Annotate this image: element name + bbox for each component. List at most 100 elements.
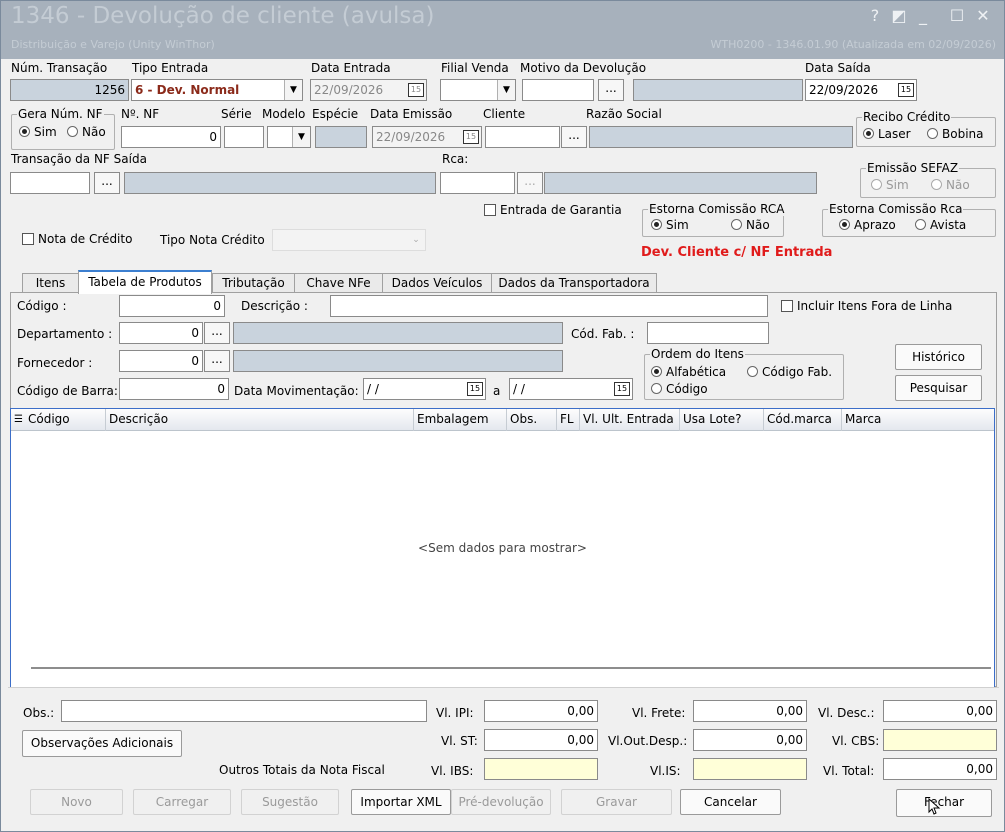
obs-field[interactable] [61,700,427,722]
codigo-field[interactable]: 0 [119,295,225,317]
vl-desc-field[interactable]: 0,00 [883,700,997,722]
num-transacao-field[interactable]: 1256 [10,79,129,101]
estorna-rca-nao-radio[interactable]: Não [731,218,770,232]
chevron-down-icon[interactable]: ▼ [292,127,310,147]
filial-venda-select[interactable]: ▼ [440,79,516,101]
cod-fab-field[interactable] [647,322,769,344]
pre-devolucao-button[interactable]: Pré-devolução [451,789,551,815]
col-marca[interactable]: Marca [841,409,994,431]
minimize-icon[interactable]: _ [911,5,935,27]
rca-field[interactable] [440,172,515,194]
chevron-down-icon[interactable]: ⌄ [407,230,425,250]
tab-tabela-produtos[interactable]: Tabela de Produtos [78,270,212,294]
carregar-button[interactable]: Carregar [133,789,231,815]
historico-button[interactable]: Histórico [895,344,982,370]
transacao-nf-field[interactable] [10,172,90,194]
data-mov-label: Data Movimentação: [234,384,359,398]
vl-cbs-field[interactable] [883,729,997,751]
estorna-rca-sim-radio[interactable]: Sim [651,218,689,232]
incluir-fora-linha-checkbox[interactable]: Incluir Itens Fora de Linha [781,299,952,313]
vl-outdesp-field[interactable]: 0,00 [693,729,807,751]
motivo-search-button[interactable]: ... [598,79,624,101]
tab-itens[interactable]: Itens [22,273,79,293]
gera-nf-sim-radio[interactable]: Sim [19,125,57,139]
transacao-nf-search-button[interactable]: ... [94,172,120,194]
vl-frete-field[interactable]: 0,00 [693,700,807,722]
fornecedor-search-button[interactable]: ... [204,350,230,372]
ordem-codigo-fab-radio[interactable]: Código Fab. [747,365,832,379]
col-codigo[interactable]: Código [25,409,105,431]
calendar-icon[interactable]: 15 [467,382,483,396]
rca-desc-field [544,172,817,194]
cliente-search-button[interactable]: ... [561,126,587,148]
sefaz-nao-radio[interactable]: Não [931,178,970,192]
col-embalagem[interactable]: Embalagem [413,409,506,431]
vl-st-field[interactable]: 0,00 [484,729,598,751]
tipo-nota-credito-select[interactable]: ⌄ [272,229,426,251]
recibo-laser-radio[interactable]: Laser [863,127,911,141]
chevron-down-icon[interactable]: ▼ [497,80,515,100]
calendar-icon[interactable]: 15 [614,382,630,396]
sugestao-button[interactable]: Sugestão [241,789,339,815]
fechar-button[interactable]: Fechar [896,789,992,817]
calendar-icon[interactable]: 15 [408,83,424,97]
ordem-codigo-radio[interactable]: Código [651,382,708,396]
observacoes-adicionais-button[interactable]: Observações Adicionais [22,730,182,757]
pesquisar-button[interactable]: Pesquisar [895,375,982,401]
serie-field[interactable] [224,126,264,148]
rca-search-button[interactable]: ... [517,172,543,194]
departamento-field[interactable]: 0 [119,322,203,344]
modelo-select[interactable]: ▼ [267,126,311,148]
tipo-entrada-select[interactable]: 6 - Dev. Normal ▼ [131,79,303,101]
maximize-icon[interactable]: ☐ [945,5,969,27]
departamento-search-button[interactable]: ... [204,322,230,344]
title-bar[interactable]: 1346 - Devolução de cliente (avulsa) Dis… [1,1,1004,59]
tab-dados-transportadora[interactable]: Dados da Transportadora [491,273,657,293]
products-grid[interactable]: ☰ Código Descrição Embalagem Obs. FL Vl.… [10,408,995,688]
data-emissao-field[interactable]: 22/09/2026 15 [372,126,482,148]
vl-total-field[interactable]: 0,00 [883,758,997,780]
vl-ibs-field[interactable] [484,758,598,780]
close-icon[interactable]: ✕ [971,5,995,27]
chevron-down-icon[interactable]: ▼ [284,80,302,100]
tab-tributacao[interactable]: Tributação [212,273,295,293]
col-descricao[interactable]: Descrição [105,409,413,431]
entrada-garantia-checkbox[interactable]: Entrada de Garantia [484,203,622,217]
recibo-bobina-radio[interactable]: Bobina [927,127,983,141]
calendar-icon[interactable]: 15 [463,130,479,144]
data-saida-field[interactable]: 22/09/2026 15 [805,79,917,101]
fornecedor-field[interactable]: 0 [119,350,203,372]
grid-header: ☰ Código Descrição Embalagem Obs. FL Vl.… [11,409,994,431]
data-mov-from-field[interactable]: / / 15 [363,378,486,400]
nota-credito-checkbox[interactable]: Nota de Crédito [22,232,132,246]
cod-barra-field[interactable]: 0 [119,378,229,400]
gera-nf-nao-radio[interactable]: Não [67,125,106,139]
pin-icon[interactable]: ◩ [887,5,911,27]
col-usa-lote[interactable]: Usa Lote? [679,409,763,431]
cancelar-button[interactable]: Cancelar [680,789,781,815]
motivo-field[interactable] [522,79,594,101]
data-mov-to-field[interactable]: / / 15 [509,378,633,400]
tab-chave-nfe[interactable]: Chave NFe [294,273,383,293]
col-vl-ult-entrada[interactable]: Vl. Ult. Entrada [579,409,679,431]
calendar-icon[interactable]: 15 [898,83,914,97]
col-obs[interactable]: Obs. [506,409,556,431]
ordem-alfabetica-radio[interactable]: Alfabética [651,365,726,379]
col-cod-marca[interactable]: Cód.marca [763,409,841,431]
sefaz-sim-radio[interactable]: Sim [871,178,909,192]
novo-button[interactable]: Novo [30,789,123,815]
vl-ipi-field[interactable]: 0,00 [484,700,598,722]
vl-is-field[interactable] [693,758,807,780]
estorna-aprazo-radio[interactable]: Aprazo [839,218,896,232]
nnf-field[interactable]: 0 [121,126,221,148]
col-fl[interactable]: FL [556,409,579,431]
importar-xml-button[interactable]: Importar XML [351,789,451,815]
estorna-avista-radio[interactable]: Avista [915,218,966,232]
gravar-button[interactable]: Gravar [561,789,672,815]
horizontal-scrollbar[interactable] [31,667,991,669]
cliente-field[interactable] [485,126,560,148]
descricao-field[interactable] [330,295,768,317]
data-entrada-field[interactable]: 22/09/2026 15 [310,79,427,101]
help-icon[interactable]: ? [863,5,887,27]
tab-dados-veiculos[interactable]: Dados Veículos [382,273,492,293]
